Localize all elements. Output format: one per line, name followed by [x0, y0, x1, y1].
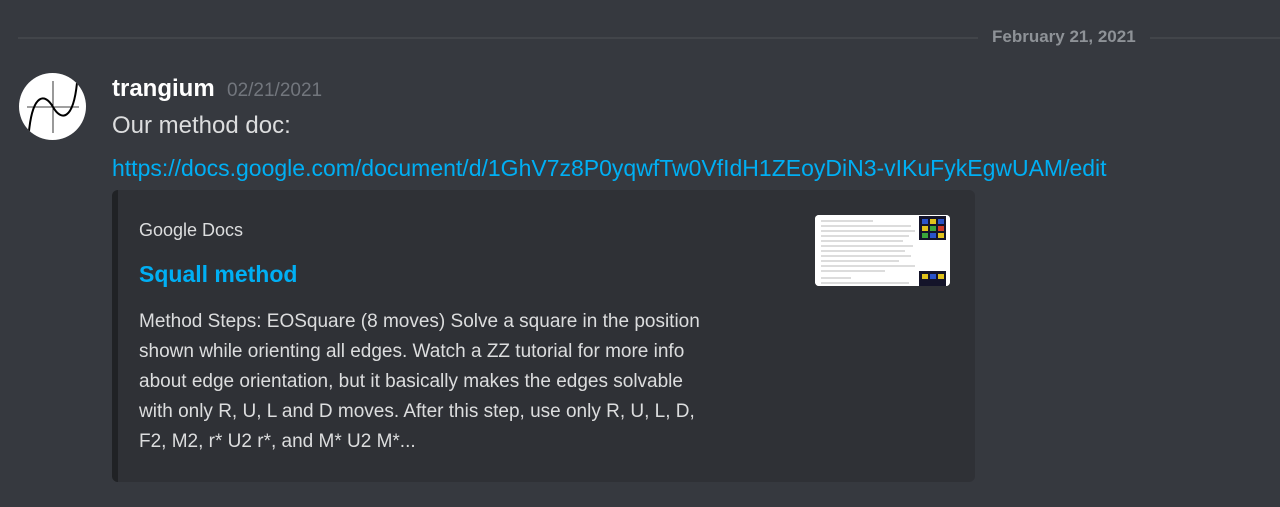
document-preview-thumbnail [815, 215, 950, 286]
embed-provider: Google Docs [139, 220, 244, 240]
author-username[interactable]: trangium [112, 74, 215, 104]
avatar[interactable] [19, 73, 86, 140]
message-text: Our method doc: [112, 112, 291, 139]
cubic-curve-graph-icon [27, 81, 79, 133]
embed-accent-bar [112, 190, 118, 482]
embed-thumbnail[interactable] [815, 215, 950, 286]
message-timestamp: 02/21/2021 [227, 80, 323, 101]
message-link[interactable]: https://docs.google.com/document/d/1GhV7… [112, 153, 1107, 183]
embed-description: Method Steps: EOSquare (8 moves) Solve a… [139, 311, 700, 452]
link-embed: Google Docs Squall method Method Steps: … [112, 190, 975, 482]
date-divider-label: February 21, 2021 [978, 26, 1150, 48]
embed-title-link[interactable]: Squall method [139, 259, 297, 289]
